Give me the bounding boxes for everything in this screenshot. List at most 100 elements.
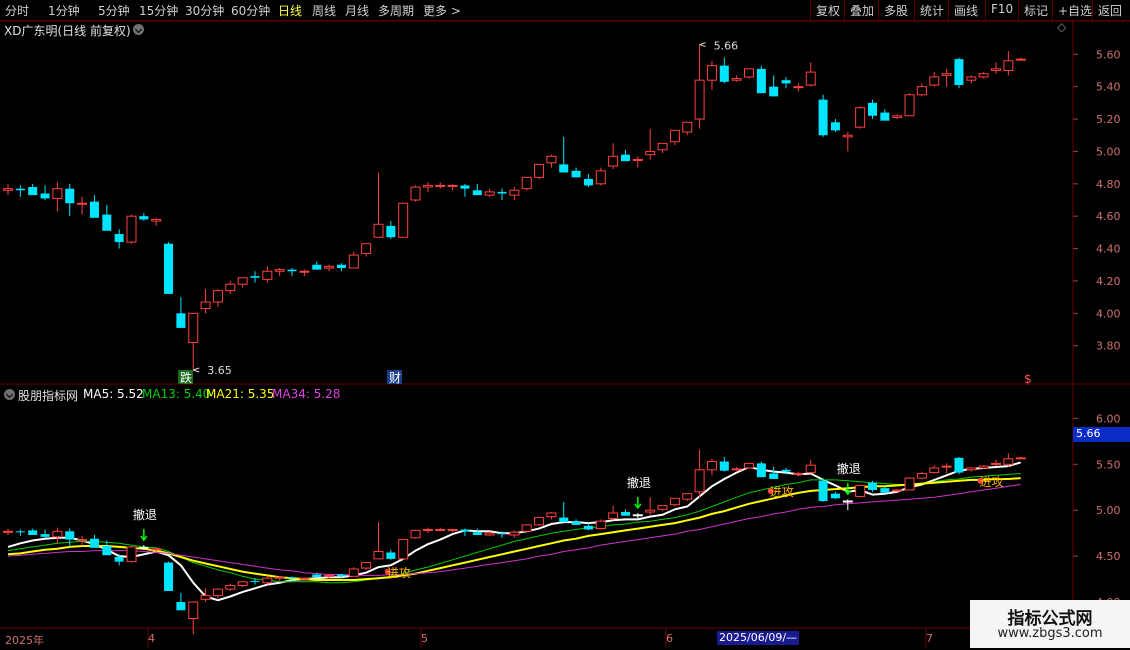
ind-candle-body [855,484,866,497]
candle-body [880,112,890,121]
ind-candle-body [1015,457,1026,460]
candle-body [694,79,705,120]
ind-candle-body [151,548,162,551]
ind-y-tick-label: 4.50 [1096,550,1121,563]
candle-body [398,202,409,238]
candle-body [139,216,149,220]
y-tick-label: 5.20 [1096,113,1121,126]
ind-candle-body [472,532,482,535]
candle-body [176,313,186,328]
ind-candle-body [509,531,520,536]
kline-chart[interactable]: 5.60 5.40 5.20 5.00 4.80 4.60 4.40 4.20 4.00 3.80… [0,0,1130,650]
candle-body [77,202,88,205]
ind-candle-body [3,530,13,533]
ind-candle-body [941,465,952,468]
ind-candle-body [966,467,977,471]
candle-body [1015,58,1026,61]
candle-body [719,65,729,82]
retreat-signal: 撤退 [837,461,861,476]
watermark-url: www.zbgs3.com [997,626,1103,641]
candle-body [546,155,557,164]
ind-candle-body [904,477,915,491]
candle-body [361,243,372,254]
ind-candle-body [460,529,470,532]
candle-body [460,185,470,189]
candle-body [621,154,630,162]
candle-body [706,65,717,81]
ind-candle-body [632,514,643,517]
ind-candle-body [497,533,507,535]
ind-candle-body [719,461,729,471]
candle-body [497,191,507,194]
ind-candle-body [28,530,38,535]
ind-candle-body [559,517,569,523]
ind-candle-body [991,462,1001,465]
ind-candle-body [435,528,446,531]
attack-signal: 进攻 [980,475,1004,489]
ind-candle-body [830,493,840,499]
ind-candle-body [164,562,174,592]
candle-body [200,301,211,309]
candle-body [818,99,828,136]
ind-candle-body [521,524,532,532]
ind-candle-body [645,509,656,513]
ind-candle-body [546,512,557,518]
x-label-may: 5 [421,632,428,645]
ind-candle-body [287,577,297,579]
ind-candle-body [805,464,816,474]
candle-body [731,78,742,81]
ind-candle-body [348,568,359,577]
candle-body [1003,60,1014,71]
ind-candle-body [706,461,717,471]
candle-body [645,150,656,156]
ind-y-tick-label: 5.00 [1096,504,1121,517]
candle-body [52,188,63,199]
candle-body [929,76,940,86]
ind-candle-body [916,472,927,479]
current-price-tag: 5.66 [1073,427,1130,442]
candle-body [324,265,335,269]
candle-body [756,68,766,94]
candle-body [102,214,112,231]
candle-body [188,312,199,343]
ind-candle-body [386,552,396,559]
ind-candle-body [929,467,940,474]
candle-body [954,59,964,86]
watermark: 指标公式网 www.zbgs3.com [970,600,1130,648]
candle-body [941,73,952,76]
candle-body [336,264,346,268]
ind-candle-body [225,585,236,590]
ind-candle-body [15,531,25,533]
ind-candle-body [694,469,705,493]
ind-candle-body [669,497,680,506]
candle-body [447,184,458,187]
ind-candle-body [447,528,458,531]
ind-candle-body [398,539,409,560]
high-marker: 5.66 [714,40,739,53]
candle-body [682,121,693,133]
candle-body [608,155,619,167]
ind-candle-body [40,534,50,537]
ind-candle-body [880,488,890,493]
candle-body [237,277,248,285]
ind-candle-body [176,602,186,611]
ind-candle-body [818,480,828,502]
ind-candle-body [682,493,693,500]
ind-candle-body [484,532,495,536]
candle-body [793,86,804,89]
ind-candle-body [200,595,211,600]
candle-body [830,122,840,131]
y-tick-label: 5.00 [1096,145,1121,158]
ind-candle-body [978,465,989,469]
ind-candle-body [410,529,421,539]
low-marker: 3.65 [207,364,232,377]
ind-candle-body [114,557,124,562]
ind-candle-body [262,577,273,584]
candle-body [744,68,754,78]
y-tick-label: 3.80 [1096,340,1121,353]
ind-candle-body [608,512,619,519]
high-arrow [699,42,706,48]
y-tick-label: 5.40 [1096,81,1121,94]
attack-signal: 进攻 [770,485,794,499]
ind-candle-body [52,530,63,538]
